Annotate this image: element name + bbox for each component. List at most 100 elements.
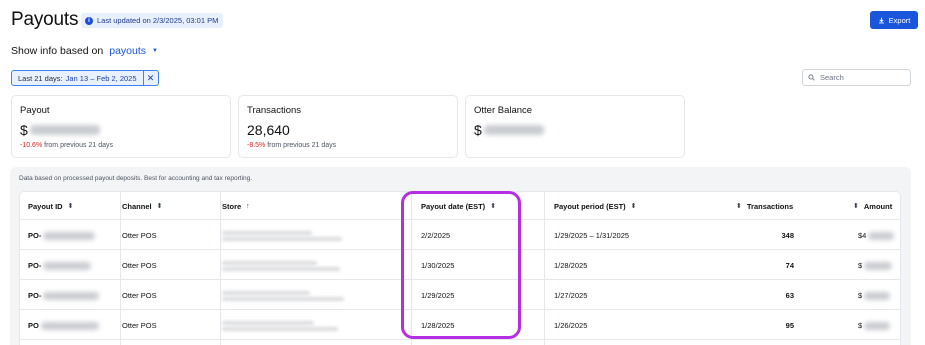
channel-cell: Otter POS	[122, 321, 157, 330]
amount-prefix: $	[858, 291, 863, 300]
redacted-id	[43, 231, 96, 240]
store-cell	[222, 221, 342, 250]
date-range-label: Last 21 days: Jan 13 – Feb 2, 2025	[12, 71, 143, 85]
otter-balance-card-title: Otter Balance	[474, 105, 533, 116]
redacted-amount	[864, 291, 891, 300]
info-basis-select[interactable]: payouts ▼	[109, 45, 158, 57]
transactions-cell: 74	[785, 261, 794, 270]
redacted-store	[222, 320, 338, 331]
date-range-chip[interactable]: Last 21 days: Jan 13 – Feb 2, 2025 ✕	[11, 70, 159, 86]
column-header-label: Payout period (EST)	[554, 201, 626, 211]
transactions-change-value: -8.5%	[247, 142, 266, 149]
sort-icon: ⬍	[630, 203, 637, 210]
transactions-card-change: -8.5% from previous 21 days	[247, 142, 336, 149]
redacted-id	[40, 321, 99, 330]
payout-id-cell: PO-	[28, 221, 96, 250]
export-button[interactable]: Export	[870, 11, 918, 29]
payout-id-prefix: PO	[28, 321, 39, 330]
amount-cell: $	[858, 281, 891, 310]
payout-card: Payout $ -10.6% from previous 21 days	[11, 95, 231, 158]
amount-cell: $	[858, 311, 891, 340]
payout-currency: $	[20, 122, 28, 138]
search-icon	[808, 74, 815, 81]
column-header-payout-date[interactable]: Payout date (EST) ⬍	[421, 192, 496, 220]
payout-id-cell: PO-	[28, 281, 100, 310]
column-header-store[interactable]: Store ↑	[222, 192, 250, 220]
info-basis-row: Show info based on payouts ▼	[11, 45, 158, 57]
redacted-amount	[864, 261, 893, 270]
payouts-table-section: Data based on processed payout deposits.…	[10, 167, 911, 345]
payout-id-prefix: PO-	[28, 291, 42, 300]
table-row[interactable]: PO Otter POS 1/28/2025 1/26/2025 95 $	[20, 311, 900, 340]
store-cell	[222, 311, 338, 340]
store-cell	[222, 281, 344, 310]
export-label: Export	[888, 15, 911, 25]
payout-change-value: -10.6%	[20, 142, 43, 149]
transactions-cell: 95	[785, 321, 794, 330]
search-box[interactable]	[802, 69, 911, 86]
column-header-payout-period[interactable]: Payout period (EST) ⬍	[554, 192, 637, 220]
table-row[interactable]: PO- Otter POS 2/2/2025 1/29/2025 – 1/31/…	[20, 221, 900, 250]
redacted-amount	[483, 125, 544, 135]
last-updated-badge: i Last updated on 2/3/2025, 03:01 PM	[81, 13, 224, 28]
date-range-prefix: Last 21 days:	[18, 73, 63, 83]
transactions-card: Transactions 28,640 -8.5% from previous …	[238, 95, 458, 158]
column-header-label: Transactions	[746, 201, 794, 211]
column-header-transactions[interactable]: ⬍ Transactions	[736, 192, 793, 220]
channel-cell: Otter POS	[122, 291, 157, 300]
redacted-id	[43, 291, 100, 300]
payout-period-cell: 1/26/2025	[554, 321, 588, 330]
payout-date-cell: 1/30/2025	[421, 261, 455, 270]
redacted-id	[43, 261, 92, 270]
column-header-label: Payout date (EST)	[421, 201, 486, 211]
redacted-store	[222, 260, 340, 271]
search-input[interactable]	[820, 73, 900, 82]
channel-cell: Otter POS	[122, 231, 157, 240]
table-row[interactable]: PO- Otter POS 1/30/2025 1/28/2025 74 $	[20, 251, 900, 280]
column-header-label: Payout ID	[28, 201, 63, 211]
column-header-payout-id[interactable]: Payout ID ⬍	[28, 192, 73, 220]
payouts-table: Payout ID ⬍ Channel ⬍ Store ↑ Payout dat…	[19, 191, 901, 345]
amount-prefix: $	[858, 321, 863, 330]
otter-balance-card: Otter Balance $	[465, 95, 685, 158]
info-basis-label: Show info based on	[11, 45, 104, 57]
last-updated-text: Last updated on 2/3/2025, 03:01 PM	[97, 16, 219, 25]
payout-id-prefix: PO-	[28, 231, 42, 240]
sort-icon: ⬍	[736, 203, 742, 210]
payout-date-cell: 2/2/2025	[421, 231, 451, 240]
payout-date-cell: 1/28/2025	[421, 321, 455, 330]
table-header-row: Payout ID ⬍ Channel ⬍ Store ↑ Payout dat…	[20, 192, 900, 220]
info-basis-value: payouts	[109, 45, 147, 57]
payout-date-cell: 1/29/2025	[421, 291, 455, 300]
otter-balance-card-value: $	[474, 122, 544, 138]
arrow-up-icon: ↑	[246, 202, 250, 210]
column-header-amount[interactable]: ⬍ Amount	[853, 192, 892, 220]
redacted-store	[222, 290, 344, 301]
column-header-channel[interactable]: Channel ⬍	[122, 192, 162, 220]
page-header: Payouts i Last updated on 2/3/2025, 03:0…	[11, 9, 918, 31]
sort-icon: ⬍	[490, 203, 497, 210]
redacted-amount	[868, 231, 895, 240]
payout-card-title: Payout	[20, 105, 50, 116]
payout-card-value: $	[20, 122, 100, 138]
payout-id-cell: PO-	[28, 251, 92, 280]
page-title: Payouts	[11, 9, 79, 30]
table-row[interactable]: PO- Otter POS 1/29/2025 1/27/2025 63 $	[20, 281, 900, 310]
redacted-amount	[864, 321, 891, 330]
date-range-value: Jan 13 – Feb 2, 2025	[65, 73, 137, 83]
amount-prefix: $4	[858, 231, 867, 240]
amount-cell: $4	[858, 221, 895, 250]
store-cell	[222, 251, 340, 280]
close-icon[interactable]: ✕	[142, 71, 158, 85]
payout-change-suffix: from previous 21 days	[42, 142, 113, 149]
column-header-label: Channel	[122, 201, 152, 211]
sort-icon: ⬍	[67, 203, 74, 210]
payout-period-cell: 1/29/2025 – 1/31/2025	[554, 231, 630, 240]
column-header-label: Amount	[863, 201, 893, 211]
payout-period-cell: 1/28/2025	[554, 261, 588, 270]
transactions-card-value: 28,640	[247, 122, 290, 138]
sort-icon: ⬍	[853, 203, 859, 210]
transactions-cell: 348	[781, 231, 794, 240]
payout-period-cell: 1/27/2025	[554, 291, 588, 300]
transactions-change-suffix: from previous 21 days	[265, 142, 337, 149]
